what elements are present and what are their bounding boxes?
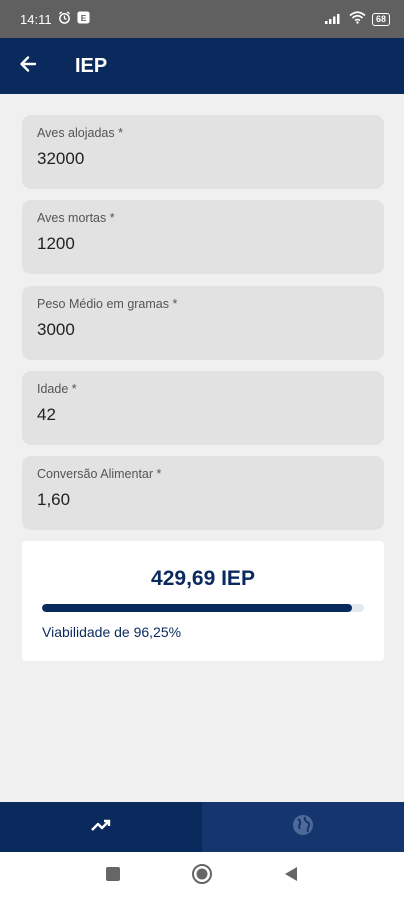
tab-web[interactable] (202, 802, 404, 852)
status-time: 14:11 (20, 11, 52, 27)
bottom-navigation (0, 802, 404, 852)
field-label: Aves alojadas * (37, 126, 123, 140)
peso-medio-field[interactable]: Peso Médio em gramas * (22, 286, 384, 360)
wifi-icon (349, 11, 366, 27)
back-nav-button[interactable] (283, 866, 299, 887)
tab-calculator[interactable] (0, 802, 202, 852)
signal-icon (324, 12, 343, 27)
system-navigation-bar (0, 852, 404, 900)
aves-mortas-input[interactable] (37, 234, 369, 254)
globe-icon (291, 813, 315, 842)
conversao-alimentar-field[interactable]: Conversão Alimentar * (22, 456, 384, 530)
result-card: 429,69 IEP Viabilidade de 96,25% (22, 541, 384, 661)
field-label: Aves mortas * (37, 211, 115, 225)
arrow-left-icon (18, 54, 38, 79)
app-bar: IEP (0, 38, 404, 94)
idade-field[interactable]: Idade * (22, 371, 384, 445)
recents-button[interactable] (105, 866, 121, 887)
svg-text:E: E (80, 13, 86, 23)
battery-icon: 68 (371, 12, 390, 26)
trending-up-icon (89, 813, 113, 842)
page-title: IEP (75, 54, 108, 77)
viability-progress-fill (42, 604, 352, 612)
home-button[interactable] (191, 863, 213, 890)
aves-alojadas-field[interactable]: Aves alojadas * (22, 115, 384, 189)
iep-result-value: 429,69 IEP (151, 567, 255, 590)
field-label: Peso Médio em gramas * (37, 297, 178, 311)
peso-medio-input[interactable] (37, 320, 369, 340)
field-label: Conversão Alimentar * (37, 467, 162, 481)
aves-alojadas-input[interactable] (37, 149, 369, 169)
conversao-alimentar-input[interactable] (37, 490, 369, 510)
aves-mortas-field[interactable]: Aves mortas * (22, 200, 384, 274)
alarm-icon (58, 11, 71, 27)
viability-progress-bar (42, 604, 364, 612)
notification-icon: E (77, 11, 90, 27)
viability-text: Viabilidade de 96,25% (42, 624, 182, 640)
back-button[interactable] (0, 38, 56, 94)
idade-input[interactable] (37, 405, 369, 425)
field-label: Idade * (37, 382, 77, 396)
status-bar: 14:11 E 68 (0, 0, 404, 38)
